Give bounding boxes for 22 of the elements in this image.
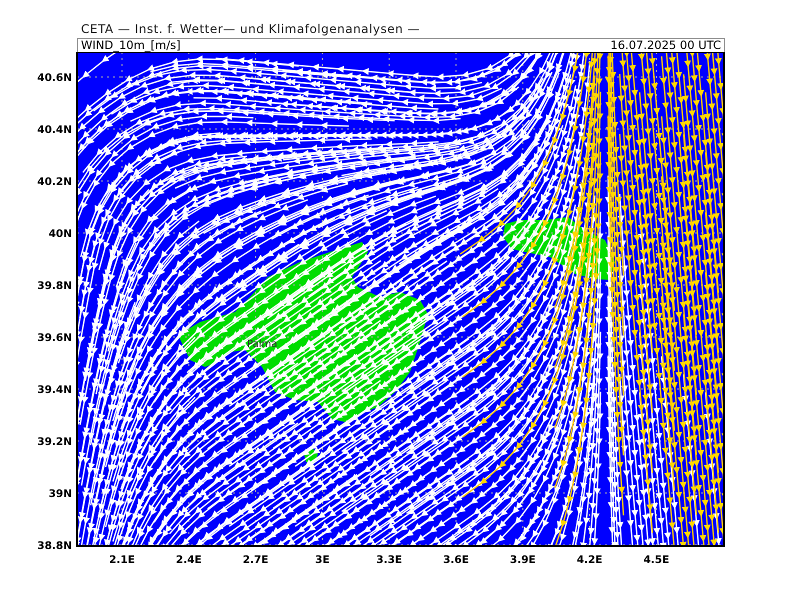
- longitude-label: 2.7E: [242, 554, 268, 566]
- latitude-label: 38.8N: [37, 540, 72, 552]
- latitude-label: 39.4N: [37, 384, 72, 396]
- latitude-label: 40.6N: [37, 72, 72, 84]
- latitude-label: 39.6N: [37, 332, 72, 344]
- field-label: WIND_10m_[m/s]: [81, 39, 181, 52]
- chart-header: CETA — Inst. f. Wetter— und Klimafolgenanalysen —: [81, 21, 422, 38]
- longitude-label: 3.3E: [376, 554, 402, 566]
- latitude-label: 40.4N: [37, 124, 72, 136]
- latitude-label: 39N: [48, 488, 72, 500]
- longitude-label: 2.1E: [109, 554, 135, 566]
- latitude-label: 40.2N: [37, 176, 72, 188]
- longitude-label: 3.6E: [443, 554, 469, 566]
- longitude-label: 3.9E: [510, 554, 536, 566]
- latitude-label: 39.2N: [37, 436, 72, 448]
- latitude-label: 39.8N: [37, 280, 72, 292]
- longitude-label: 3E: [315, 554, 330, 566]
- valid-time: 16.07.2025 00 UTC: [610, 39, 721, 52]
- longitude-label: 2.4E: [176, 554, 202, 566]
- longitude-label: 4.5E: [644, 554, 670, 566]
- longitude-label: 4.2E: [576, 554, 602, 566]
- latitude-label: 40N: [48, 228, 72, 240]
